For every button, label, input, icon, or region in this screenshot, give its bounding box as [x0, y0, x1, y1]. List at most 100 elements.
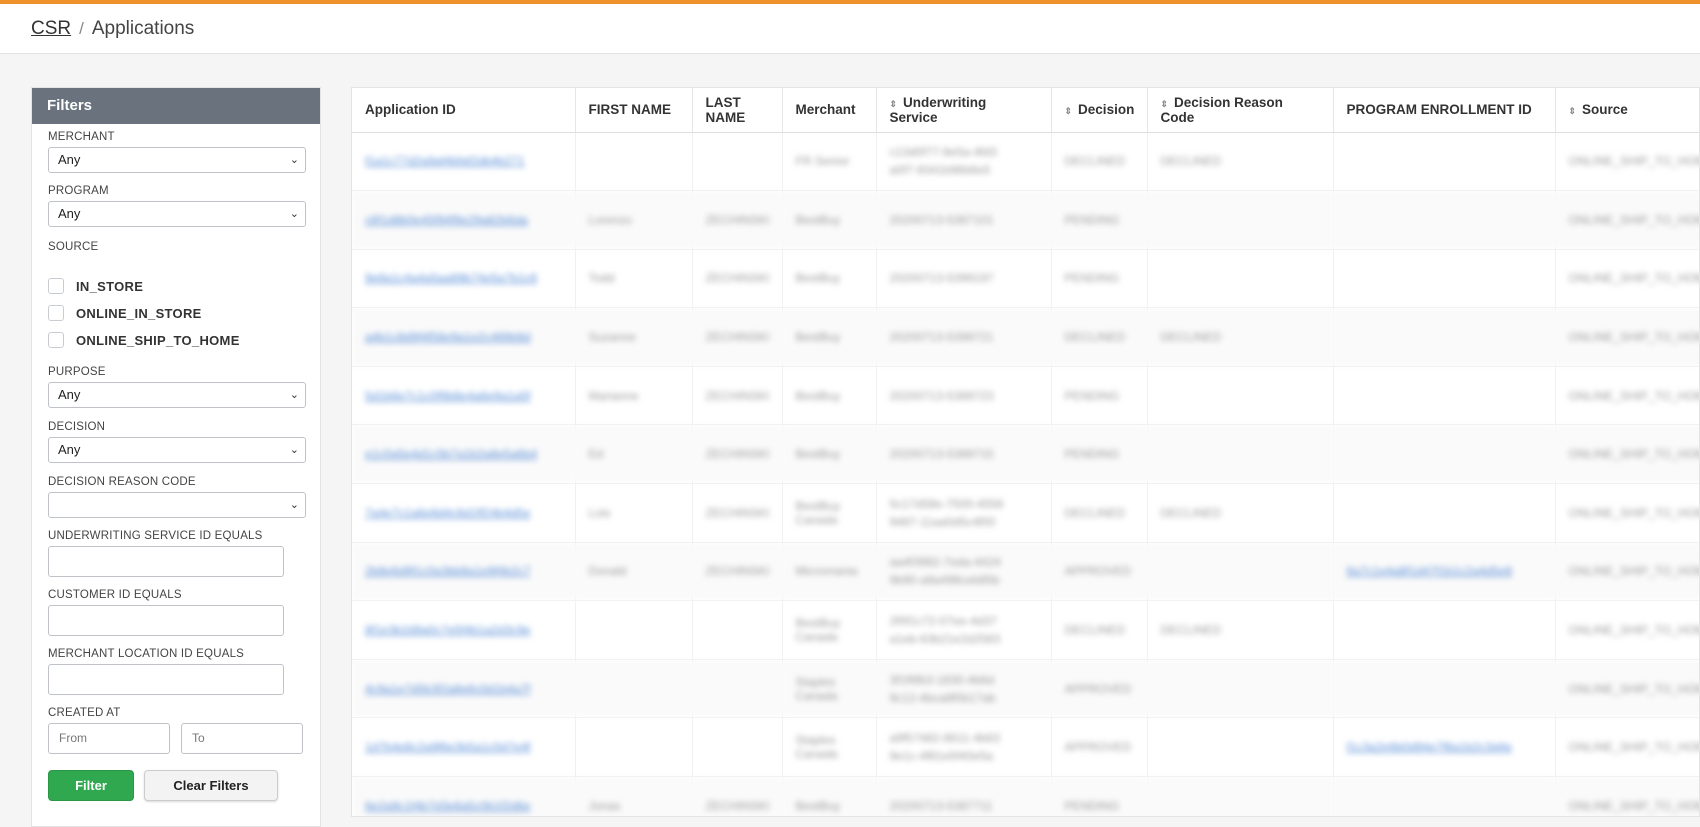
underwriting-service-id-input[interactable]: [48, 546, 284, 577]
column-header-source[interactable]: ⇕Source: [1555, 88, 1700, 132]
cell-value: ZECHINSKI: [706, 271, 770, 285]
table-cell-first: [575, 659, 692, 718]
column-header-application-id[interactable]: Application ID: [352, 88, 575, 132]
column-header-decision-reason-code[interactable]: ⇕Decision Reason Code: [1147, 88, 1333, 132]
table-cell-app[interactable]: 6e2a9c1f4b7d3e8a5c0b1f2d6e: [352, 777, 575, 817]
table-cell-uw: 20200713-5389723: [876, 366, 1051, 425]
column-header-program-enrollment-id[interactable]: PROGRAM ENROLLMENT ID: [1333, 88, 1555, 132]
source-label: SOURCE: [48, 241, 98, 253]
table-cell-merchant: FR Senior: [782, 132, 876, 191]
source-checkbox[interactable]: [48, 305, 64, 321]
customer-id-input[interactable]: [48, 605, 284, 636]
table-cell-app[interactable]: a4b1c8d9f4f58e9a1e2c489b8d: [352, 308, 575, 367]
underwriting-line: a0f7-9341b96b6e5: [890, 161, 1038, 179]
table-cell-last: ZECHINSKI: [692, 308, 782, 367]
decision-label: DECISION: [48, 421, 105, 433]
breadcrumb-separator: /: [79, 19, 84, 39]
table-cell-merchant: BestBuy Canada: [782, 484, 876, 543]
column-header-first-name[interactable]: FIRST NAME: [575, 88, 692, 132]
decision-reason-code-select[interactable]: ⌄: [48, 492, 306, 518]
purpose-select[interactable]: Any ⌄: [48, 382, 306, 408]
table-row[interactable]: 9e8a1c4a4a5aa89b74e5a7b1c6ToddZECHINSKIB…: [352, 249, 1700, 308]
source-option-online-ship-to-home[interactable]: ONLINE_SHIP_TO_HOME: [48, 332, 240, 348]
table-cell-source: ONLINE_SHIP_TO_HOME: [1555, 132, 1700, 191]
table-cell-enroll[interactable]: [1333, 601, 1555, 660]
table-cell-app[interactable]: 4c9a1e7d5b3f2a8e6c0d1b4a7f: [352, 659, 575, 718]
source-option-in-store[interactable]: IN_STORE: [48, 278, 143, 294]
breadcrumb-csr-link[interactable]: CSR: [31, 18, 71, 40]
column-header-last-name[interactable]: LAST NAME: [692, 88, 782, 132]
table-row[interactable]: 2b8e6d9f1c0a3bb8a1e9f4b2c7DonaldZECHINSK…: [352, 542, 1700, 601]
underwriting-line: 20200713-5387711: [890, 797, 1038, 815]
source-checkbox[interactable]: [48, 332, 64, 348]
cell-value: ONLINE_SHIP_TO_HOME: [1569, 682, 1700, 696]
table-cell-enroll[interactable]: 6a7c1e4a8f1d47f1b1c2a4d5e8: [1333, 542, 1555, 601]
table-cell-enroll[interactable]: [1333, 484, 1555, 543]
table-cell-enroll[interactable]: [1333, 659, 1555, 718]
table-cell-enroll[interactable]: f1c3a2e6b0d94e7f8a1b2c3d4e: [1333, 718, 1555, 777]
column-header-label: Decision Reason Code: [1161, 95, 1283, 125]
cell-value: BestBuy Canada: [796, 499, 841, 527]
table-row[interactable]: e1c0a5e4d1c5b7a1b2a8e5a6b4EdZECHINSKIBes…: [352, 425, 1700, 484]
table-cell-app[interactable]: c6f1d8b0e45f94f9e29a82b6da: [352, 191, 575, 250]
table-row[interactable]: 1d7b4e8c2a9f6e3b5a1c0d7e4f Staples Canada…: [352, 718, 1700, 777]
cell-value: ZECHINSKI: [706, 506, 770, 520]
table-cell-enroll[interactable]: [1333, 777, 1555, 817]
table-row[interactable]: 8f1e3b2d9a0c7e5f4b1a2d3c9e BestBuy Canada…: [352, 601, 1700, 660]
applications-table: Application ID FIRST NAME LAST NAME Merc…: [351, 87, 1700, 817]
table-row[interactable]: f1a1c77d2a9af4bfaf2db4b271FR Seniorc13d0…: [352, 132, 1700, 191]
table-cell-enroll[interactable]: [1333, 308, 1555, 367]
table-row[interactable]: a4b1c8d9f4f58e9a1e2c489b8d Suzanne ZECHINS…: [352, 308, 1700, 367]
table-cell-app[interactable]: f1a1c77d2a9af4bfaf2db4b271: [352, 132, 575, 191]
created-at-from-input[interactable]: From: [48, 723, 170, 754]
source-option-online-in-store[interactable]: ONLINE_IN_STORE: [48, 305, 202, 321]
table-body: f1a1c77d2a9af4bfaf2db4b271FR Seniorc13d0…: [352, 132, 1700, 817]
created-at-to-input[interactable]: To: [181, 723, 303, 754]
table-cell-uw: 20200713-5399197: [876, 249, 1051, 308]
chevron-down-icon: ⌄: [290, 383, 299, 407]
column-header-underwriting-service[interactable]: ⇕Underwriting Service: [876, 88, 1051, 132]
table-cell-app[interactable]: 5d1b6e7c1c0f9b8e4a6e9a1a5f: [352, 366, 575, 425]
table-cell-enroll[interactable]: [1333, 249, 1555, 308]
table-row[interactable]: 7a4e7c1a6e8d4c6d1ff24b4d5eLoisZECHINSKIB…: [352, 484, 1700, 543]
column-header-decision[interactable]: ⇕Decision: [1051, 88, 1147, 132]
cell-value: DECLINED: [1161, 154, 1222, 168]
source-checkbox[interactable]: [48, 278, 64, 294]
program-select[interactable]: Any ⌄: [48, 201, 306, 227]
table-cell-enroll[interactable]: [1333, 191, 1555, 250]
table-cell-enroll[interactable]: [1333, 425, 1555, 484]
table-cell-enroll[interactable]: [1333, 366, 1555, 425]
column-header-merchant[interactable]: Merchant: [782, 88, 876, 132]
cell-value: ONLINE_SHIP_TO_HOME: [1569, 447, 1700, 461]
cell-value: Marianne: [589, 389, 639, 403]
table-cell-decision: DECLINED: [1051, 484, 1147, 543]
table-cell-uw: aa4f3982-7eda-44249b90-a9a498ceb85b: [876, 542, 1051, 601]
clear-filters-button[interactable]: Clear Filters: [144, 770, 278, 801]
cell-value: ZECHINSKI: [706, 799, 770, 813]
table-row[interactable]: 5d1b6e7c1c0f9b8e4a6e9a1a5fMarianneZECHIN…: [352, 366, 1700, 425]
table-cell-app[interactable]: 8f1e3b2d9a0c7e5f4b1a2d3c9e: [352, 601, 575, 660]
table-row[interactable]: c6f1d8b0e45f94f9e29a82b6daLorenzoZECHINS…: [352, 191, 1700, 250]
table-cell-app[interactable]: 9e8a1c4a4a5aa89b74e5a7b1c6: [352, 249, 575, 308]
table-row[interactable]: 6e2a9c1f4b7d3e8a5c0b1f2d6eJonasZECHINSKI…: [352, 777, 1700, 817]
cell-value: 6a7c1e4a8f1d47f1b1c2a4d5e8: [1347, 564, 1513, 578]
table-cell-enroll[interactable]: [1333, 132, 1555, 191]
merchant-select[interactable]: Any ⌄: [48, 147, 306, 173]
cell-value: PENDING: [1065, 799, 1120, 813]
table-cell-merchant: BestBuy: [782, 425, 876, 484]
table-cell-app[interactable]: 7a4e7c1a6e8d4c6d1ff24b4d5e: [352, 484, 575, 543]
table-cell-uw: 5c17d58e-7500-45569487-11aa0d5c4f00: [876, 484, 1051, 543]
table-cell-merchant: Staples Canada: [782, 718, 876, 777]
cell-value: ZECHINSKI: [706, 447, 770, 461]
table-cell-reason: [1147, 542, 1333, 601]
table-cell-app[interactable]: 2b8e6d9f1c0a3bb8a1e9f4b2c7: [352, 542, 575, 601]
cell-value: Staples Canada: [796, 675, 838, 703]
filter-button[interactable]: Filter: [48, 770, 134, 801]
merchant-location-id-input[interactable]: [48, 664, 284, 695]
cell-value: Suzanne: [589, 330, 636, 344]
table-cell-app[interactable]: e1c0a5e4d1c5b7a1b2a8e5a6b4: [352, 425, 575, 484]
table-row[interactable]: 4c9a1e7d5b3f2a8e6c0d1b4a7f Staples Canada…: [352, 659, 1700, 718]
decision-select[interactable]: Any ⌄: [48, 437, 306, 463]
cell-value: BestBuy Canada: [796, 616, 841, 644]
table-cell-app[interactable]: 1d7b4e8c2a9f6e3b5a1c0d7e4f: [352, 718, 575, 777]
